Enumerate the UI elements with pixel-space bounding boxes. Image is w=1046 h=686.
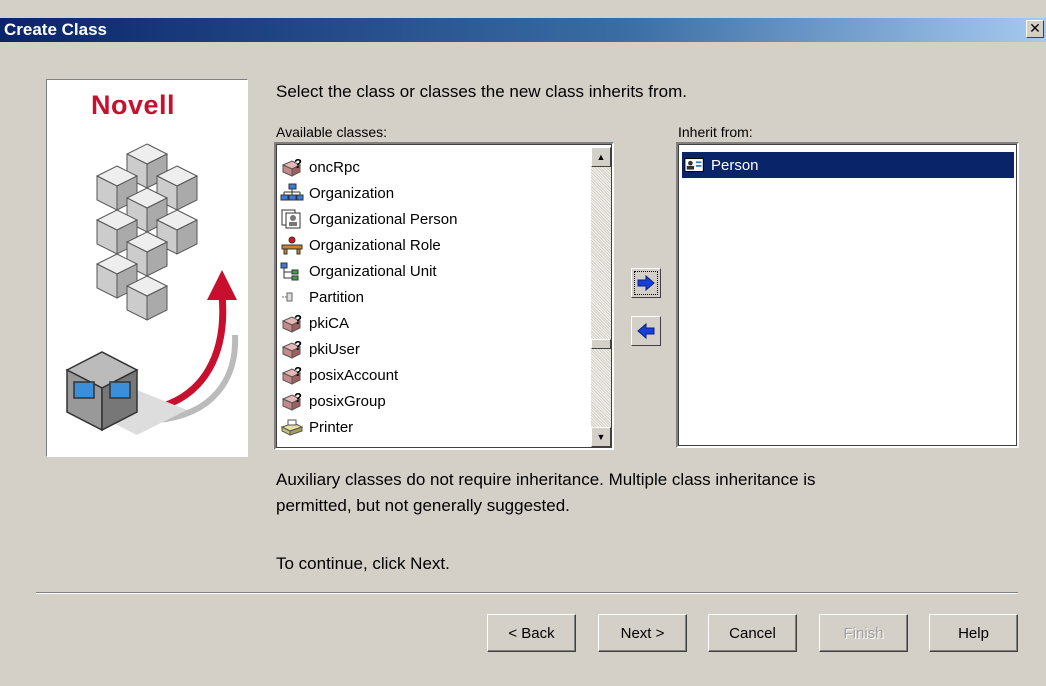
list-item-label: Person xyxy=(711,156,759,174)
inherit-from-list[interactable]: Person xyxy=(676,142,1019,448)
next-button[interactable]: Next > xyxy=(598,614,687,652)
svg-text:?: ? xyxy=(294,365,302,379)
add-class-button[interactable] xyxy=(631,268,661,298)
list-item-label: Organizational Role xyxy=(309,236,441,254)
list-item[interactable]: ? oncRpc xyxy=(280,154,360,180)
instruction-text: Select the class or classes the new clas… xyxy=(276,82,687,101)
wizard-illustration: Novell xyxy=(46,79,248,457)
organizational-person-icon xyxy=(281,209,301,229)
finish-button: Finish xyxy=(819,614,908,652)
schema-cubes-illustration xyxy=(65,143,239,435)
list-item-label: posixGroup xyxy=(309,392,386,410)
create-class-dialog: Create Class ✕ Novell Select the class o… xyxy=(0,0,1046,686)
inherit-from-label: Inherit from: xyxy=(678,124,753,140)
list-item-selected[interactable]: Person xyxy=(682,152,1014,178)
svg-text:?: ? xyxy=(294,391,302,405)
list-item-label: oncRpc xyxy=(309,158,360,176)
partition-icon xyxy=(282,292,293,302)
svg-text:?: ? xyxy=(294,313,302,327)
remove-class-button[interactable] xyxy=(631,316,661,346)
printer-icon xyxy=(280,419,304,436)
help-button[interactable]: Help xyxy=(929,614,1018,652)
list-item[interactable]: ? pkiUser xyxy=(280,336,360,362)
unknown-class-icon: ? xyxy=(281,313,302,333)
organization-icon xyxy=(280,183,304,201)
svg-text:?: ? xyxy=(294,157,302,171)
arrow-left-icon xyxy=(637,323,655,339)
novell-logo: Novell xyxy=(91,90,176,120)
unknown-class-icon: ? xyxy=(281,157,302,177)
continue-hint: To continue, click Next. xyxy=(276,554,450,573)
organizational-role-icon xyxy=(281,236,303,255)
separator xyxy=(36,592,1018,594)
arrow-right-icon xyxy=(634,271,658,295)
cancel-button[interactable]: Cancel xyxy=(708,614,797,652)
unknown-class-icon: ? xyxy=(281,339,302,359)
available-classes-label: Available classes: xyxy=(276,124,388,140)
list-item-partial xyxy=(280,144,309,154)
list-item[interactable]: ? pkiCA xyxy=(280,310,349,336)
list-item-label: Organizational Unit xyxy=(309,262,437,280)
list-item-label: Printer xyxy=(309,418,354,436)
list-item[interactable]: ? posixGroup xyxy=(280,388,386,414)
close-icon[interactable]: ✕ xyxy=(1026,20,1044,38)
available-scrollbar[interactable]: ▲ ▼ xyxy=(591,147,611,447)
person-card-icon xyxy=(684,158,704,172)
unknown-class-icon: ? xyxy=(281,365,302,385)
svg-text:?: ? xyxy=(294,339,302,353)
list-item[interactable]: Printer xyxy=(280,414,353,440)
scrollbar-thumb[interactable] xyxy=(591,339,611,349)
window-title: Create Class xyxy=(4,20,108,39)
scroll-down-icon[interactable]: ▼ xyxy=(591,427,611,447)
list-item-label: Organization xyxy=(309,184,395,202)
unknown-class-icon xyxy=(280,144,304,154)
list-item[interactable]: Organizational Unit xyxy=(280,258,437,284)
organizational-unit-icon xyxy=(280,262,299,281)
list-item-label: Organizational Person xyxy=(309,210,458,228)
dialog-body: Novell Select the class or classes the n… xyxy=(0,42,1046,686)
list-item[interactable]: Organizational Person xyxy=(280,206,457,232)
title-bar[interactable]: Create Class ✕ xyxy=(0,18,1046,42)
list-item-label: Partition xyxy=(309,288,365,306)
available-classes-list[interactable]: ? oncRpc Organization Organizational Per… xyxy=(274,142,614,450)
list-item[interactable]: ? posixAccount xyxy=(280,362,398,388)
list-item[interactable]: Partition xyxy=(280,284,364,310)
info-text-line-1: Auxiliary classes do not require inherit… xyxy=(276,470,816,489)
unknown-class-icon: ? xyxy=(281,391,302,411)
list-item[interactable]: Organization xyxy=(280,180,394,206)
list-item-label: pkiUser xyxy=(309,340,360,358)
back-button[interactable]: < Back xyxy=(487,614,576,652)
list-item[interactable]: Organizational Role xyxy=(280,232,441,258)
list-item-label: posixAccount xyxy=(309,366,399,384)
info-text-line-2: permitted, but not generally suggested. xyxy=(276,496,570,515)
list-item-label: pkiCA xyxy=(309,314,350,332)
scroll-up-icon[interactable]: ▲ xyxy=(591,147,611,167)
